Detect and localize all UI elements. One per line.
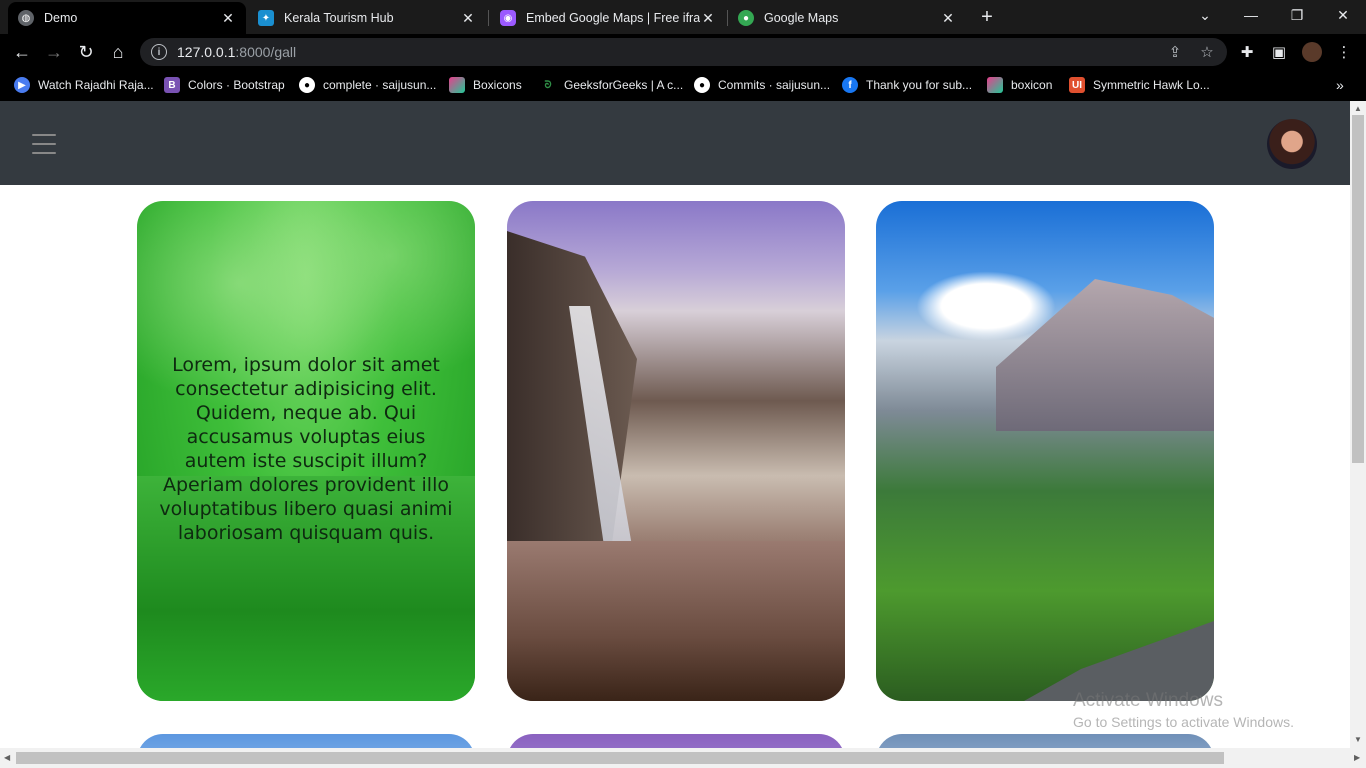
tab-embed-google-maps[interactable]: ◉ Embed Google Maps | Free ifram ✕: [490, 2, 726, 34]
menu-icon[interactable]: ⋮: [1334, 42, 1354, 62]
close-tab-icon[interactable]: ✕: [940, 10, 956, 26]
horizontal-scroll-thumb[interactable]: [16, 752, 1224, 764]
facebook-icon: f: [842, 77, 858, 93]
page-viewport: Lorem, ipsum dolor sit amet consectetur …: [0, 101, 1350, 748]
bookmark-item[interactable]: f Thank you for sub...: [842, 75, 972, 95]
embed-icon: ◉: [500, 10, 516, 26]
tab-title: Kerala Tourism Hub: [284, 11, 394, 25]
bookmark-item[interactable]: boxicon: [987, 75, 1052, 95]
watermark-title: Activate Windows: [1073, 690, 1223, 711]
bookmark-item[interactable]: B Colors · Bootstrap: [164, 75, 285, 95]
close-tab-icon[interactable]: ✕: [700, 10, 716, 26]
home-button[interactable]: ⌂: [104, 38, 132, 66]
new-tab-button[interactable]: +: [976, 6, 998, 28]
scroll-down-icon[interactable]: ▼: [1354, 735, 1362, 744]
reload-button[interactable]: ↻: [72, 38, 100, 66]
bookmark-item[interactable]: Boxicons: [449, 75, 522, 95]
tab-google-maps[interactable]: ● Google Maps ✕: [728, 2, 966, 34]
profile-avatar-icon[interactable]: [1302, 42, 1322, 62]
vertical-scrollbar[interactable]: ▲ ▼: [1350, 101, 1366, 748]
tab-search-button[interactable]: ⌄: [1182, 0, 1228, 30]
boxicons-icon: [987, 77, 1003, 93]
tab-title: Demo: [44, 11, 78, 25]
share-icon[interactable]: ⇪: [1166, 43, 1184, 61]
extensions-icon[interactable]: ✚: [1237, 42, 1257, 62]
user-avatar[interactable]: [1267, 119, 1317, 169]
tab-strip: ◍ Demo ✕ ✦ Kerala Tourism Hub ✕ ◉ Embed …: [0, 0, 1366, 34]
forward-button[interactable]: →: [40, 38, 68, 66]
bookmark-item[interactable]: ▶ Watch Rajadhi Raja...: [14, 75, 154, 95]
gallery-card-partial[interactable]: [137, 734, 475, 748]
card-description: Lorem, ipsum dolor sit amet consectetur …: [159, 354, 453, 544]
address-bar[interactable]: i 127.0.0.1:8000/gall ⇪ ☆: [140, 38, 1227, 66]
tab-title: Embed Google Maps | Free ifram: [526, 11, 700, 25]
bookmark-star-icon[interactable]: ☆: [1198, 43, 1216, 61]
hamburger-menu-icon[interactable]: [32, 134, 56, 156]
tab-title: Google Maps: [764, 11, 839, 25]
gallery-card-partial[interactable]: [507, 734, 845, 748]
scroll-left-icon[interactable]: ◀: [4, 753, 10, 762]
horizontal-scrollbar[interactable]: ◀ ▶: [0, 748, 1366, 768]
tab-separator: [488, 10, 489, 26]
bookmark-item[interactable]: ● Commits · saijusun...: [694, 75, 830, 95]
close-tab-icon[interactable]: ✕: [460, 10, 476, 26]
card-image-road: [1024, 621, 1214, 701]
tab-kerala-tourism[interactable]: ✦ Kerala Tourism Hub ✕: [248, 2, 486, 34]
activate-windows-watermark: Activate Windows Go to Settings to activ…: [1073, 690, 1294, 730]
bookmark-item[interactable]: ᘐ GeeksforGeeks | A c...: [540, 75, 683, 95]
browser-toolbar: ← → ↻ ⌂ i 127.0.0.1:8000/gall ⇪ ☆ ✚ ▣ ⋮: [0, 34, 1366, 70]
url-text: 127.0.0.1:8000/gall: [177, 44, 297, 60]
card-image-river: [507, 541, 845, 701]
side-panel-icon[interactable]: ▣: [1269, 42, 1289, 62]
close-window-button[interactable]: ✕: [1320, 0, 1366, 30]
bookmarks-bar: ▶ Watch Rajadhi Raja... B Colors · Bootstr…: [0, 70, 1366, 101]
watermark-subtitle: Go to Settings to activate Windows.: [1073, 714, 1294, 730]
gallery-card-waterfall[interactable]: [507, 201, 845, 701]
restore-button[interactable]: ❐: [1274, 0, 1320, 30]
site-navbar: [0, 101, 1350, 185]
github-icon: ●: [299, 77, 315, 93]
bookmark-item[interactable]: ● complete · saijusun...: [299, 75, 436, 95]
bootstrap-icon: B: [164, 77, 180, 93]
scroll-up-icon[interactable]: ▲: [1354, 104, 1362, 113]
gallery-card-tea-hills[interactable]: Lorem, ipsum dolor sit amet consectetur …: [137, 201, 475, 701]
close-tab-icon[interactable]: ✕: [220, 10, 236, 26]
ui-icon: UI: [1069, 77, 1085, 93]
play-icon: ▶: [14, 77, 30, 93]
bookmark-item[interactable]: UI Symmetric Hawk Lo...: [1069, 75, 1210, 95]
maps-pin-icon: ●: [738, 10, 754, 26]
more-bookmarks-icon[interactable]: »: [1336, 75, 1344, 95]
tab-demo[interactable]: ◍ Demo ✕: [8, 2, 246, 34]
globe-icon: ◍: [18, 10, 34, 26]
bird-icon: ✦: [258, 10, 274, 26]
back-button[interactable]: ←: [8, 38, 36, 66]
vertical-scroll-thumb[interactable]: [1352, 115, 1364, 463]
gallery-card-partial[interactable]: [876, 734, 1214, 748]
github-icon: ●: [694, 77, 710, 93]
scroll-right-icon[interactable]: ▶: [1354, 753, 1360, 762]
boxicons-icon: [449, 77, 465, 93]
gallery-card-mountain[interactable]: [876, 201, 1214, 701]
gfg-icon: ᘐ: [544, 79, 552, 91]
minimize-button[interactable]: —: [1228, 0, 1274, 30]
site-info-icon[interactable]: i: [151, 44, 167, 60]
card-image-cloud: [916, 271, 1056, 341]
browser-chrome: ◍ Demo ✕ ✦ Kerala Tourism Hub ✕ ◉ Embed …: [0, 0, 1366, 101]
